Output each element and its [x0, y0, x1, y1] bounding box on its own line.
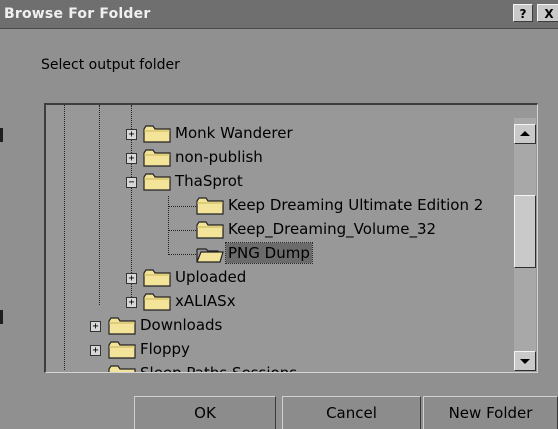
collapse-toggle[interactable]: −: [126, 177, 137, 188]
tree-item-label[interactable]: xALIASx: [173, 291, 238, 311]
expand-toggle[interactable]: +: [90, 345, 101, 356]
tree-guide-line: [168, 206, 196, 207]
title-bar[interactable]: Browse For Folder ? X: [0, 0, 558, 29]
folder-icon: [143, 269, 171, 287]
tree-item-label[interactable]: Monk Wanderer: [173, 123, 295, 143]
tree-item-label[interactable]: Sleep Paths Sessions: [138, 363, 299, 372]
expand-toggle[interactable]: +: [126, 273, 137, 284]
browse-folder-dialog: Browse For Folder ? X Select output fold…: [0, 0, 558, 429]
tree-guide-line: [99, 105, 100, 305]
folder-icon: [196, 197, 224, 215]
folder-icon: [143, 149, 171, 167]
folder-icon: [143, 173, 171, 191]
folder-tree[interactable]: + Monk Wanderer + non-publish − ThaSprot…: [44, 103, 538, 373]
tree-guide-line: [168, 230, 196, 231]
close-button[interactable]: X: [537, 4, 558, 22]
arrow-up-icon: [520, 131, 530, 136]
ok-button[interactable]: OK: [134, 396, 276, 429]
expand-toggle[interactable]: +: [90, 321, 101, 332]
expand-toggle[interactable]: +: [126, 153, 137, 164]
window-edge-mark: [0, 310, 3, 324]
tree-item-label[interactable]: Keep_Dreaming_Volume_32: [226, 219, 438, 239]
tree-item-label[interactable]: ThaSprot: [173, 171, 245, 191]
window-title: Browse For Folder: [4, 6, 151, 22]
folder-icon: [108, 341, 136, 359]
scroll-up-button[interactable]: [514, 124, 536, 144]
folder-icon: [143, 293, 171, 311]
cancel-button[interactable]: Cancel: [282, 396, 421, 429]
folder-icon: [196, 221, 224, 239]
open-folder-icon: [196, 248, 224, 263]
new-folder-button[interactable]: New Folder: [423, 396, 558, 429]
tree-item-label-selected[interactable]: PNG Dump: [225, 242, 313, 264]
arrow-down-icon: [520, 359, 530, 364]
tree-guide-line: [168, 196, 169, 253]
expand-toggle[interactable]: +: [126, 297, 137, 308]
folder-icon: [108, 317, 136, 335]
help-button[interactable]: ?: [513, 4, 533, 22]
tree-guide-line: [168, 254, 196, 255]
tree-item-label[interactable]: Floppy: [138, 339, 192, 359]
tree-item-label[interactable]: Uploaded: [173, 267, 248, 287]
tree-item-label[interactable]: non-publish: [173, 147, 265, 167]
scroll-thumb[interactable]: [514, 195, 536, 268]
scroll-down-button[interactable]: [514, 351, 536, 371]
tree-item-label[interactable]: Keep Dreaming Ultimate Edition 2: [226, 195, 485, 215]
window-edge-mark: [0, 128, 3, 142]
dialog-prompt: Select output folder: [41, 57, 180, 73]
expand-toggle[interactable]: +: [126, 129, 137, 140]
tree-item-label[interactable]: Downloads: [138, 315, 224, 335]
tree-guide-line: [64, 105, 65, 370]
folder-icon: [143, 125, 171, 143]
folder-icon: [108, 365, 136, 372]
